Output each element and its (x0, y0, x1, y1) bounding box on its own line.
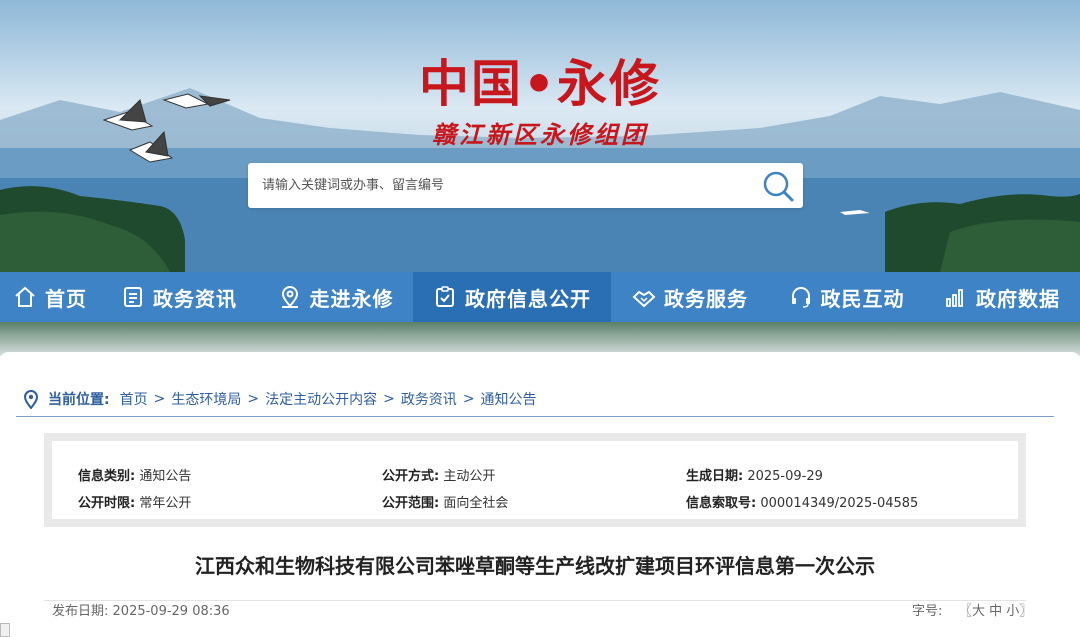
nav-item-label: 政府数据 (976, 286, 1060, 311)
meta-index: 信息索取号: 000014349/2025-04585 (686, 492, 918, 511)
metadata-row: 公开时限: 常年公开 公开范围: 面向全社会 信息索取号: 000014349/… (52, 492, 1018, 512)
info-metadata-inner: 信息类别: 通知公告 公开方式: 主动公开 生成日期: 2025-09-29 公… (52, 441, 1018, 519)
breadcrumb-item-notices[interactable]: 通知公告 (481, 389, 537, 409)
meta-created-value: 2025-09-29 (747, 469, 823, 484)
meta-category-label: 信息类别: (78, 469, 136, 484)
nav-item-label: 政务资讯 (153, 286, 237, 311)
font-size-bracket-close: 〗 (1019, 604, 1033, 619)
nav-item-home[interactable]: 首页 (0, 272, 100, 322)
meta-created: 生成日期: 2025-09-29 (686, 465, 823, 484)
handshake-icon (632, 290, 656, 308)
news-icon (124, 287, 142, 307)
nav-item-about[interactable]: 走进永修 (258, 272, 413, 322)
nav-item-label: 政府信息公开 (465, 286, 591, 311)
meta-period: 公开时限: 常年公开 (78, 492, 191, 511)
bar-chart-icon (946, 289, 963, 307)
location-pin-icon (23, 390, 39, 409)
metadata-row: 信息类别: 通知公告 公开方式: 主动公开 生成日期: 2025-09-29 (52, 465, 1018, 485)
font-size-control: 字号: 〖大 中 小〗 (912, 603, 1032, 621)
search-input[interactable] (248, 163, 748, 208)
publish-date-value: 2025-09-29 08:36 (112, 604, 230, 619)
scrollbar-corner[interactable] (0, 623, 10, 637)
meta-index-label: 信息索取号: (686, 496, 757, 511)
breadcrumb-separator: > (247, 391, 260, 407)
site-banner: 中国•永修 赣江新区永修组团 (0, 0, 1080, 272)
article-divider (44, 600, 1026, 601)
breadcrumb-separator: > (462, 391, 475, 407)
decorative-strip (0, 322, 1080, 356)
nav-item-label: 政民互动 (820, 286, 905, 311)
info-metadata-box: 信息类别: 通知公告 公开方式: 主动公开 生成日期: 2025-09-29 公… (44, 433, 1026, 527)
nav-item-data[interactable]: 政府数据 (924, 272, 1080, 322)
breadcrumb-item-disclosure[interactable]: 法定主动公开内容 (265, 389, 377, 409)
breadcrumb-divider (16, 416, 1054, 417)
nav-item-news[interactable]: 政务资讯 (100, 272, 258, 322)
publish-date: 发布日期: 2025-09-29 08:36 (52, 603, 230, 621)
breadcrumb: 当前位置: 首页 > 生态环境局 > 法定主动公开内容 > 政务资讯 > 通知公… (22, 386, 537, 412)
meta-method: 公开方式: 主动公开 (382, 465, 495, 484)
nav-item-label: 走进永修 (309, 286, 394, 311)
site-title: 中国•永修 (419, 54, 661, 113)
font-size-large-button[interactable]: 大 (972, 604, 985, 619)
meta-scope: 公开范围: 面向全社会 (382, 492, 508, 511)
publish-date-label: 发布日期: (52, 604, 109, 619)
meta-method-value: 主动公开 (443, 469, 496, 484)
clipboard-check-icon (436, 286, 454, 307)
home-icon (15, 286, 35, 307)
font-size-small-button[interactable]: 小 (1006, 604, 1019, 619)
search-button[interactable] (761, 169, 795, 203)
site-subtitle: 赣江新区永修组团 (432, 120, 648, 149)
breadcrumb-separator: > (383, 391, 395, 407)
headset-icon (791, 287, 810, 308)
font-size-label: 字号: (912, 604, 943, 619)
meta-period-label: 公开时限: (78, 496, 136, 511)
meta-method-label: 公开方式: (382, 469, 440, 484)
font-size-medium-button[interactable]: 中 (989, 604, 1002, 619)
breadcrumb-item-home[interactable]: 首页 (120, 389, 148, 409)
nav-item-interaction[interactable]: 政民互动 (769, 272, 924, 322)
location-icon (281, 286, 298, 308)
breadcrumb-item-news[interactable]: 政务资讯 (401, 389, 457, 409)
meta-scope-value: 面向全社会 (443, 496, 509, 511)
breadcrumb-separator: > (153, 391, 166, 407)
nav-item-label: 政务服务 (664, 286, 748, 311)
meta-category: 信息类别: 通知公告 (78, 465, 191, 484)
meta-index-value: 000014349/2025-04585 (760, 496, 919, 511)
main-nav: 首页 政务资讯 走进永修 政府信息公开 政务服务 政民互动 政府数据 (0, 272, 1080, 322)
font-size-bracket-open: 〖 (958, 604, 972, 619)
breadcrumb-label: 当前位置: (48, 392, 110, 408)
nav-item-gov-info[interactable]: 政府信息公开 (413, 272, 611, 322)
breadcrumb-item-bureau[interactable]: 生态环境局 (171, 389, 241, 409)
meta-period-value: 常年公开 (139, 496, 192, 511)
article-title: 江西众和生物科技有限公司苯唑草酮等生产线改扩建项目环评信息第一次公示 (195, 554, 875, 578)
meta-scope-label: 公开范围: (382, 496, 440, 511)
nav-item-services[interactable]: 政务服务 (611, 272, 769, 322)
nav-item-label: 首页 (45, 286, 87, 311)
meta-created-label: 生成日期: (686, 469, 744, 484)
search-bar (248, 163, 803, 208)
meta-category-value: 通知公告 (139, 469, 192, 484)
search-icon (763, 171, 794, 202)
